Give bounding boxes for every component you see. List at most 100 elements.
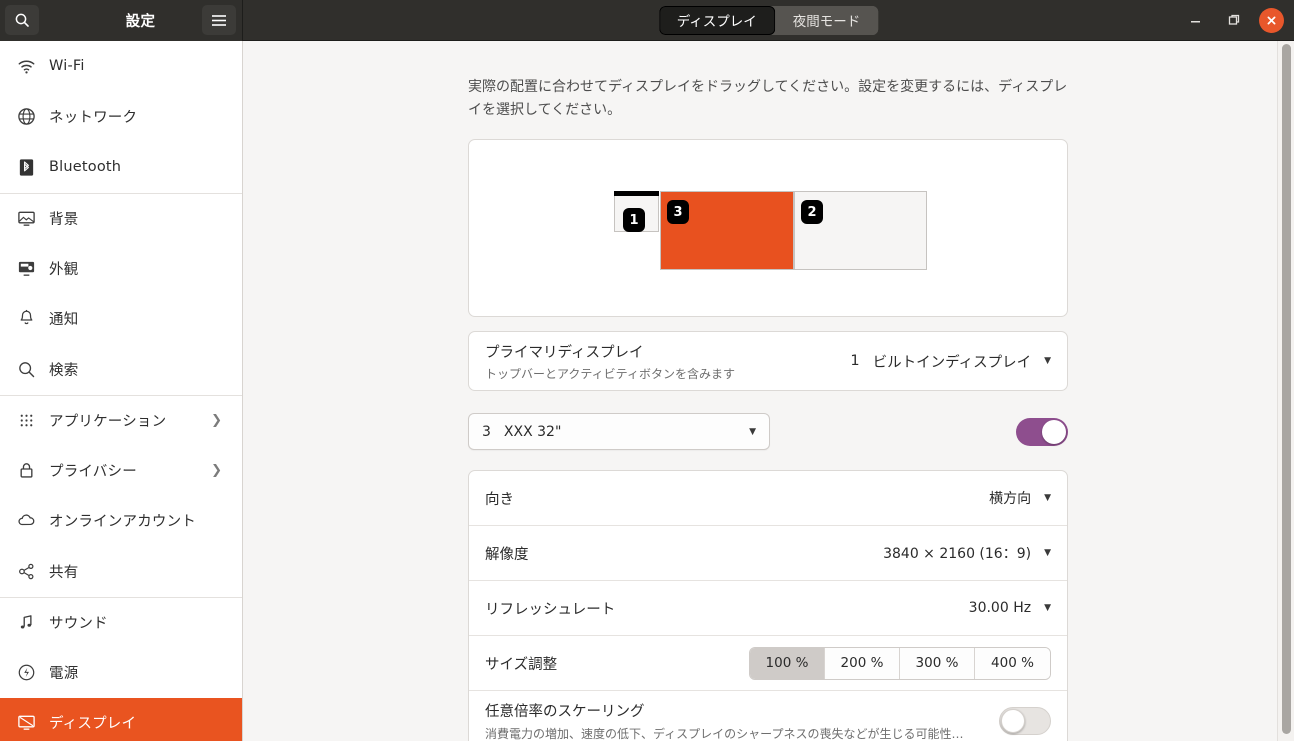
network-globe-icon (12, 107, 40, 126)
resolution-row[interactable]: 解像度 3840 × 2160 (16：9) ▼ (469, 526, 1067, 582)
fractional-scaling-text: 任意倍率のスケーリング 消費電力の増加、速度の低下、ディスプレイのシャープネスの… (485, 700, 975, 741)
search-button[interactable] (5, 5, 39, 35)
display-selector-name: XXX 32" (503, 423, 562, 440)
scaling-option-200[interactable]: 200 % (825, 647, 900, 679)
scaling-label: サイズ調整 (485, 656, 558, 673)
orientation-row[interactable]: 向き 横方向 ▼ (469, 471, 1067, 527)
resolution-value-text: 3840 × 2160 (16：9) (883, 546, 1032, 563)
sidebar-item-label: 背景 (49, 211, 79, 228)
primary-display-row[interactable]: プライマリディスプレイ トップバーとアクティビティボタンを含みます 1 ビルトイ… (469, 332, 1067, 390)
sidebar-item-label: 電源 (49, 665, 79, 682)
display-thumbnail-3[interactable]: 3 (660, 191, 794, 271)
display-thumbnail-1[interactable]: 1 (614, 191, 659, 233)
chevron-right-icon: ❯ (211, 462, 222, 478)
sidebar-item-search[interactable]: 検索 (0, 344, 242, 395)
display-selector-dropdown[interactable]: 3 XXX 32" ▼ (468, 413, 770, 451)
chevron-down-icon: ▼ (1044, 356, 1051, 367)
display-number-badge: 1 (623, 208, 645, 233)
window-controls (1183, 7, 1284, 33)
display-enable-toggle[interactable] (1016, 417, 1068, 446)
title-bar: 設定 ディスプレイ 夜間モード (0, 0, 1294, 41)
close-icon (1267, 16, 1276, 24)
display-number-badge: 3 (667, 200, 689, 225)
chevron-right-icon: ❯ (211, 412, 222, 428)
primary-display-number: 1 (850, 353, 860, 370)
refresh-rate-value-text: 30.00 Hz (968, 600, 1032, 617)
display-thumbnail-2[interactable]: 2 (794, 191, 927, 271)
sidebar-item-label: 通知 (49, 312, 79, 329)
sidebar-item-online-accounts[interactable]: オンラインアカウント (0, 496, 242, 547)
maximize-icon (1228, 14, 1239, 25)
sidebar-item-label: 外観 (49, 261, 79, 278)
refresh-rate-value[interactable]: 30.00 Hz ▼ (969, 600, 1051, 616)
display-settings-card: 向き 横方向 ▼ 解像度 3840 × 2160 (16：9) ▼ リフレッシュ… (468, 470, 1068, 741)
sidebar-item-notifications[interactable]: 通知 (0, 294, 242, 345)
fractional-scaling-label: 任意倍率のスケーリング (485, 704, 645, 721)
sidebar: Wi-Fi ネットワーク Bluetooth 背景 外観 通知 検索 アプリケー… (0, 41, 243, 741)
resolution-value[interactable]: 3840 × 2160 (16：9) ▼ (883, 543, 1051, 563)
scaling-option-100[interactable]: 100 % (750, 647, 825, 679)
orientation-value[interactable]: 横方向 ▼ (989, 488, 1051, 508)
chevron-down-icon: ▼ (1044, 493, 1051, 504)
display-number-badge: 2 (801, 200, 823, 225)
wifi-icon (12, 57, 40, 76)
sidebar-item-wifi[interactable]: Wi-Fi (0, 41, 242, 92)
minimize-icon (1191, 20, 1200, 22)
cloud-icon (12, 511, 40, 530)
scrollbar-thumb[interactable] (1282, 44, 1291, 734)
sidebar-item-label: ネットワーク (49, 110, 138, 127)
main-content: 実際の配置に合わせてディスプレイをドラッグしてください。設定を変更するには、ディ… (244, 41, 1294, 741)
share-icon (12, 562, 40, 581)
sidebar-item-sharing[interactable]: 共有 (0, 546, 242, 597)
sidebar-item-label: Bluetooth (49, 159, 122, 176)
sidebar-item-appearance[interactable]: 外観 (0, 243, 242, 294)
primary-display-title: プライマリディスプレイ (485, 344, 644, 361)
display-settings-panel: 実際の配置に合わせてディスプレイをドラッグしてください。設定を変更するには、ディ… (244, 76, 1276, 741)
search-icon (12, 360, 40, 379)
tab-night-light[interactable]: 夜間モード (774, 5, 879, 35)
tab-bar: ディスプレイ 夜間モード (658, 5, 879, 35)
display-icon (12, 713, 40, 732)
display-selector-row: 3 XXX 32" ▼ (468, 413, 1068, 451)
minimize-button[interactable] (1183, 8, 1208, 33)
refresh-rate-label: リフレッシュレート (485, 601, 616, 618)
scaling-option-400[interactable]: 400 % (975, 647, 1050, 679)
sidebar-item-sound[interactable]: サウンド (0, 596, 242, 648)
primary-display-subtitle: トップバーとアクティビティボタンを含みます (485, 366, 735, 381)
sidebar-item-background[interactable]: 背景 (0, 192, 242, 244)
sidebar-item-bluetooth[interactable]: Bluetooth (0, 142, 242, 193)
hamburger-menu-icon (212, 14, 226, 26)
sidebar-item-power[interactable]: 電源 (0, 647, 242, 698)
main-menu-button[interactable] (202, 5, 236, 35)
fractional-scaling-description: 消費電力の増加、速度の低下、ディスプレイのシャープネスの喪失などが生じる可能性が… (485, 727, 975, 741)
scaling-options: 100 % 200 % 300 % 400 % (749, 646, 1051, 680)
refresh-rate-row[interactable]: リフレッシュレート 30.00 Hz ▼ (469, 581, 1067, 637)
background-monitor-icon (12, 209, 40, 228)
sidebar-item-label: 共有 (49, 564, 79, 581)
scaling-option-300[interactable]: 300 % (900, 647, 975, 679)
sidebar-item-network[interactable]: ネットワーク (0, 92, 242, 143)
sidebar-item-label: オンラインアカウント (49, 514, 196, 531)
primary-display-card: プライマリディスプレイ トップバーとアクティビティボタンを含みます 1 ビルトイ… (468, 331, 1068, 392)
sidebar-item-privacy[interactable]: プライバシー ❯ (0, 445, 242, 496)
titlebar-main-section: ディスプレイ 夜間モード (243, 0, 1294, 41)
close-button[interactable] (1259, 7, 1284, 33)
chevron-down-icon: ▼ (1044, 548, 1051, 559)
power-icon (12, 663, 40, 682)
fractional-scaling-toggle[interactable] (999, 707, 1051, 736)
titlebar-sidebar-section: 設定 (0, 0, 243, 41)
maximize-button[interactable] (1221, 8, 1246, 33)
main-scrollbar[interactable] (1277, 41, 1294, 741)
sidebar-item-label: ディスプレイ (49, 716, 137, 733)
orientation-value-text: 横方向 (989, 491, 1032, 508)
tab-display[interactable]: ディスプレイ (658, 5, 775, 35)
bluetooth-icon (12, 158, 40, 177)
sidebar-item-applications[interactable]: アプリケーション ❯ (0, 394, 242, 446)
sidebar-item-label: サウンド (49, 615, 108, 632)
sidebar-item-display[interactable]: ディスプレイ (0, 697, 242, 741)
display-arrangement-canvas[interactable]: 1 3 2 (468, 139, 1068, 318)
display-1-topbar (614, 191, 659, 197)
toggle-knob (1042, 419, 1066, 444)
primary-display-value[interactable]: 1 ビルトインディスプレイ ▼ (850, 351, 1051, 372)
lock-icon (12, 461, 40, 480)
